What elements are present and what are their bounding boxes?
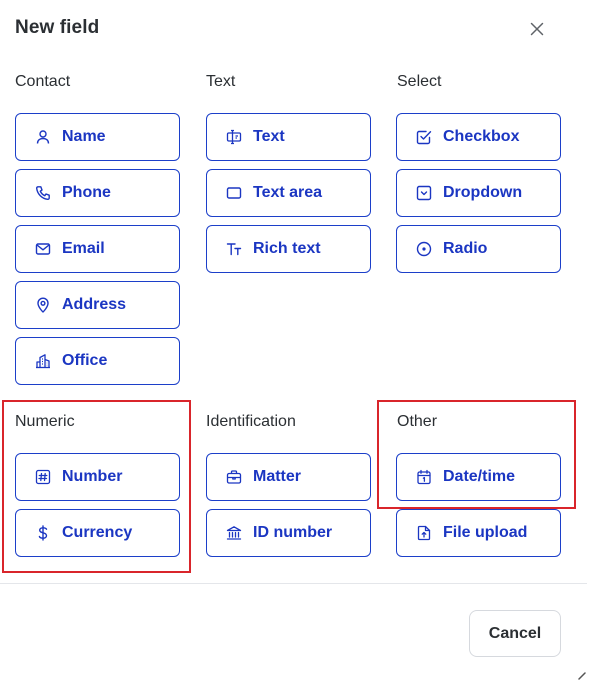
field-option-label: Rich text bbox=[253, 240, 321, 257]
user-icon bbox=[35, 129, 51, 145]
section-label-text: Text bbox=[206, 73, 236, 90]
field-option-currency[interactable]: Currency bbox=[15, 509, 180, 557]
field-option-label: Date/time bbox=[443, 468, 516, 485]
briefcase-icon bbox=[226, 469, 242, 485]
field-option-number[interactable]: Number bbox=[15, 453, 180, 501]
field-option-label: Checkbox bbox=[443, 128, 520, 145]
section-label-numeric: Numeric bbox=[15, 413, 75, 430]
rich-text-icon bbox=[226, 241, 242, 257]
text-cursor-icon bbox=[226, 129, 242, 145]
building-icon bbox=[35, 353, 51, 369]
cancel-button[interactable]: Cancel bbox=[469, 610, 561, 657]
field-option-label: Email bbox=[62, 240, 105, 257]
field-option-file-upload[interactable]: File upload bbox=[396, 509, 561, 557]
close-button[interactable] bbox=[526, 18, 548, 40]
field-option-label: Office bbox=[62, 352, 108, 369]
dollar-icon bbox=[35, 525, 51, 541]
file-upload-icon bbox=[416, 525, 432, 541]
field-option-label: Currency bbox=[62, 524, 133, 541]
field-option-label: Dropdown bbox=[443, 184, 523, 201]
map-pin-icon bbox=[35, 297, 51, 313]
field-option-label: Matter bbox=[253, 468, 302, 485]
resize-grip-icon[interactable] bbox=[578, 672, 586, 680]
dropdown-icon bbox=[416, 185, 432, 201]
hash-icon bbox=[35, 469, 51, 485]
field-option-matter[interactable]: Matter bbox=[206, 453, 371, 501]
field-option-text-area[interactable]: Text area bbox=[206, 169, 371, 217]
field-option-phone[interactable]: Phone bbox=[15, 169, 180, 217]
field-option-label: Address bbox=[62, 296, 127, 313]
new-field-dialog: New field Contact Text Select Numeric Id… bbox=[0, 0, 587, 682]
radio-icon bbox=[416, 241, 432, 257]
calendar-icon bbox=[416, 469, 432, 485]
field-option-label: Number bbox=[62, 468, 123, 485]
field-option-label: Name bbox=[62, 128, 106, 145]
institution-icon bbox=[226, 525, 242, 541]
field-option-id-number[interactable]: ID number bbox=[206, 509, 371, 557]
dialog-title: New field bbox=[15, 17, 100, 38]
section-label-select: Select bbox=[397, 73, 442, 90]
field-option-address[interactable]: Address bbox=[15, 281, 180, 329]
field-option-office[interactable]: Office bbox=[15, 337, 180, 385]
field-option-checkbox[interactable]: Checkbox bbox=[396, 113, 561, 161]
field-option-label: Text bbox=[253, 128, 285, 145]
footer-divider bbox=[0, 583, 587, 584]
phone-icon bbox=[35, 185, 51, 201]
field-option-dropdown[interactable]: Dropdown bbox=[396, 169, 561, 217]
field-option-label: ID number bbox=[253, 524, 333, 541]
field-option-label: Text area bbox=[253, 184, 323, 201]
section-label-other: Other bbox=[397, 413, 438, 430]
field-option-name[interactable]: Name bbox=[15, 113, 180, 161]
field-option-text[interactable]: Text bbox=[206, 113, 371, 161]
mail-icon bbox=[35, 241, 51, 257]
section-label-identification: Identification bbox=[206, 413, 296, 430]
textarea-icon bbox=[226, 185, 242, 201]
close-icon bbox=[530, 22, 544, 36]
field-option-radio[interactable]: Radio bbox=[396, 225, 561, 273]
field-option-date-time[interactable]: Date/time bbox=[396, 453, 561, 501]
field-option-label: Radio bbox=[443, 240, 488, 257]
field-option-label: File upload bbox=[443, 524, 528, 541]
field-option-rich-text[interactable]: Rich text bbox=[206, 225, 371, 273]
field-option-email[interactable]: Email bbox=[15, 225, 180, 273]
checkbox-icon bbox=[416, 129, 432, 145]
section-label-contact: Contact bbox=[15, 73, 71, 90]
field-option-label: Phone bbox=[62, 184, 111, 201]
